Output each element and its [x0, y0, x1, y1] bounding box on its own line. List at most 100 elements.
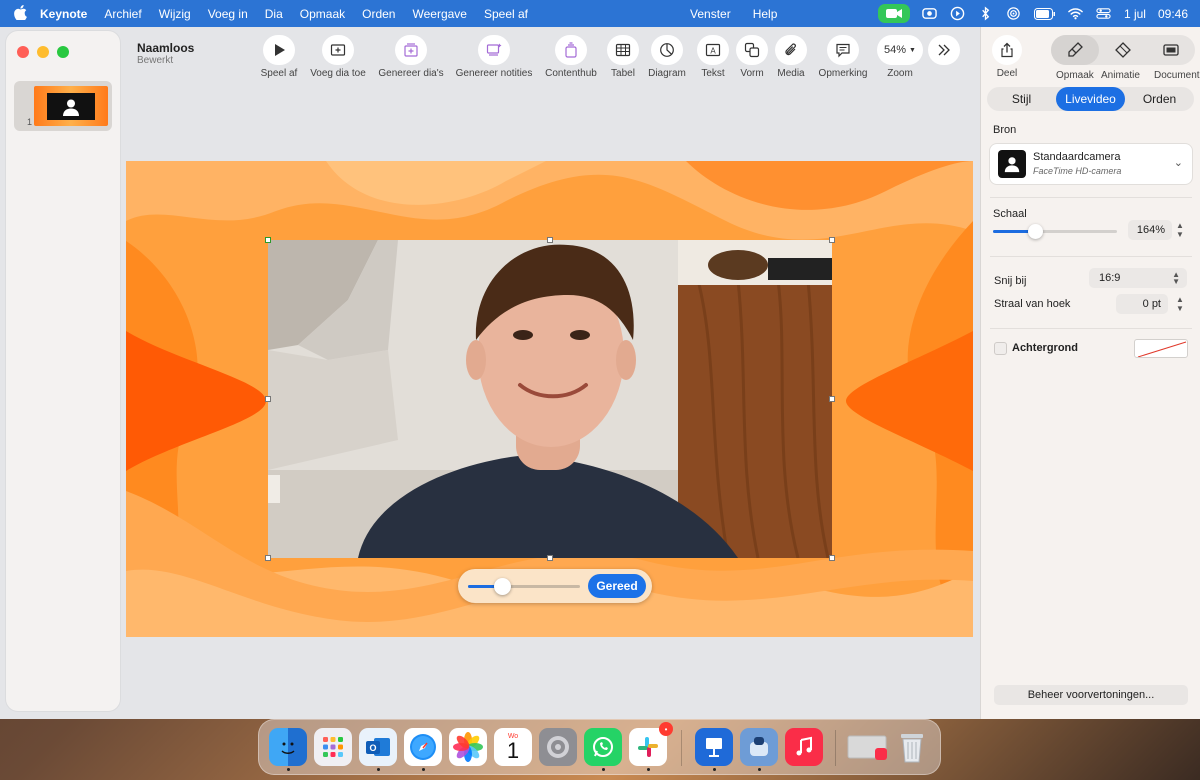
bluetooth-icon[interactable]: [978, 6, 994, 22]
document-title: Naamloos: [137, 41, 195, 55]
generate-slides-icon: [395, 35, 427, 65]
background-checkbox[interactable]: [994, 342, 1007, 355]
resize-handle-right[interactable]: [829, 396, 835, 402]
creative-cloud-icon[interactable]: [922, 6, 938, 22]
outlook-icon[interactable]: O: [359, 728, 397, 766]
notification-badge-icon: •: [659, 722, 673, 736]
share-button[interactable]: Deel: [987, 35, 1027, 79]
stepper-down-icon[interactable]: ▼: [1176, 230, 1184, 239]
running-indicator: [377, 768, 380, 771]
minimized-window-icon[interactable]: [847, 728, 889, 766]
finder-icon[interactable]: [269, 728, 307, 766]
menu-wijzig[interactable]: Wijzig: [159, 7, 191, 21]
video-scale-popover: Gereed: [458, 569, 652, 603]
stepper-up-icon[interactable]: ▲: [1176, 221, 1184, 230]
document-icon: [1163, 44, 1179, 56]
slide-thumbnail-image[interactable]: [34, 86, 108, 126]
running-indicator: [713, 768, 716, 771]
background-color-well[interactable]: [1134, 339, 1188, 358]
stepper-up-icon[interactable]: ▲: [1176, 295, 1184, 304]
menu-opmaak[interactable]: Opmaak: [300, 7, 345, 21]
person-icon: [47, 93, 95, 120]
minimize-window-button[interactable]: [37, 46, 49, 58]
scale-stepper[interactable]: ▲ ▼: [1174, 219, 1186, 241]
menu-speel-af[interactable]: Speel af: [484, 7, 528, 21]
resize-handle-left[interactable]: [265, 396, 271, 402]
video-scale-slider-knob[interactable]: [493, 578, 511, 595]
photos-icon[interactable]: [449, 728, 487, 766]
more-toolbar-button[interactable]: [914, 35, 974, 65]
menu-weergave[interactable]: Weergave: [412, 7, 466, 21]
play-icon: [263, 35, 295, 65]
document-mode-button[interactable]: [1147, 35, 1195, 65]
tab-livevideo[interactable]: Livevideo: [1056, 87, 1125, 111]
animate-mode-button[interactable]: [1099, 35, 1147, 65]
resize-handle-bottom-right[interactable]: [829, 555, 835, 561]
resize-handle-bottom-left[interactable]: [265, 555, 271, 561]
slide-canvas[interactable]: Gereed: [126, 161, 973, 637]
stepper-down-icon[interactable]: ▼: [1176, 304, 1184, 313]
inspector-header: Deel Opmaak Animatie Document: [981, 35, 1200, 81]
facetime-indicator-icon[interactable]: [877, 4, 910, 23]
menu-orden[interactable]: Orden: [362, 7, 395, 21]
document-mode-label: Document: [1154, 70, 1200, 81]
menu-archief[interactable]: Archief: [104, 7, 141, 21]
launchpad-icon[interactable]: [314, 728, 352, 766]
crop-aspect-dropdown[interactable]: 16:9 ▲ ▼: [1089, 268, 1187, 288]
live-video-frame[interactable]: [268, 240, 832, 558]
scale-slider-knob[interactable]: [1028, 224, 1044, 239]
format-mode-button[interactable]: [1051, 35, 1099, 65]
running-indicator: [602, 768, 605, 771]
corner-radius-field[interactable]: 0 pt: [1116, 294, 1168, 314]
menu-venster[interactable]: Venster: [690, 7, 731, 21]
dock-separator: [835, 730, 836, 766]
menu-bar: Keynote Archief Wijzig Voeg in Dia Opmaa…: [0, 0, 1200, 27]
resize-handle-top-left[interactable]: [265, 237, 271, 243]
wifi-icon[interactable]: [1068, 6, 1084, 22]
zoom-label: Zoom: [887, 68, 913, 79]
safari-icon[interactable]: [404, 728, 442, 766]
menu-dia[interactable]: Dia: [265, 7, 283, 21]
menu-voeg-in[interactable]: Voeg in: [208, 7, 248, 21]
done-button[interactable]: Gereed: [588, 574, 646, 598]
airdrop-icon[interactable]: [1006, 6, 1022, 22]
apple-icon[interactable]: [0, 4, 40, 23]
trash-icon[interactable]: [893, 728, 931, 766]
play-status-icon[interactable]: [950, 6, 966, 22]
utility-app-icon[interactable]: [740, 728, 778, 766]
menu-help[interactable]: Help: [753, 7, 778, 21]
calendar-icon[interactable]: Wo 1: [494, 728, 532, 766]
system-settings-icon[interactable]: [539, 728, 577, 766]
fullscreen-window-button[interactable]: [57, 46, 69, 58]
camera-source-dropdown[interactable]: Standaardcamera FaceTime HD-camera ⌄: [990, 144, 1192, 184]
scale-slider[interactable]: [993, 224, 1117, 239]
svg-text:O: O: [369, 743, 376, 753]
control-center-icon[interactable]: [1096, 6, 1112, 22]
resize-handle-bottom[interactable]: [547, 555, 553, 561]
crop-label: Snij bij: [994, 275, 1027, 287]
resize-handle-top[interactable]: [547, 237, 553, 243]
no-color-icon: [1137, 341, 1187, 357]
resize-handle-top-right[interactable]: [829, 237, 835, 243]
manage-previews-button[interactable]: Beheer voorvertoningen...: [994, 685, 1188, 705]
generate-slides-button[interactable]: Genereer dia's: [366, 35, 456, 79]
slide-thumbnail-selected[interactable]: 1: [14, 81, 112, 131]
tab-orden[interactable]: Orden: [1125, 87, 1194, 111]
battery-icon[interactable]: [1033, 6, 1056, 22]
running-indicator: [758, 768, 761, 771]
music-icon[interactable]: [785, 728, 823, 766]
close-window-button[interactable]: [17, 46, 29, 58]
keynote-icon[interactable]: [695, 728, 733, 766]
menubar-time[interactable]: 09:46: [1158, 7, 1188, 21]
scale-label: Schaal: [993, 208, 1027, 220]
slack-icon[interactable]: •: [629, 722, 673, 766]
share-label: Deel: [996, 68, 1018, 79]
tab-stijl[interactable]: Stijl: [987, 87, 1056, 111]
whatsapp-icon[interactable]: [584, 728, 622, 766]
menu-app-name[interactable]: Keynote: [40, 7, 87, 21]
corner-radius-stepper[interactable]: ▲ ▼: [1174, 293, 1186, 315]
video-scale-slider[interactable]: [468, 578, 580, 595]
divider: [990, 197, 1192, 198]
menubar-date[interactable]: 1 jul: [1124, 7, 1146, 21]
scale-value-field[interactable]: 164%: [1128, 220, 1172, 240]
